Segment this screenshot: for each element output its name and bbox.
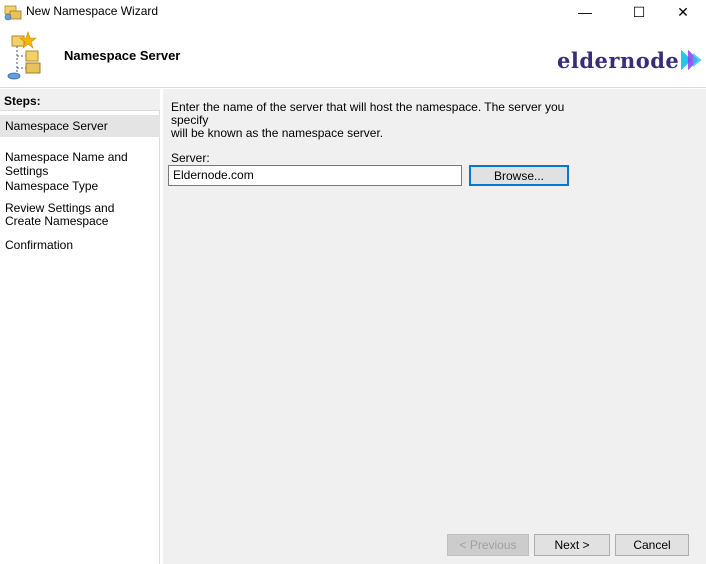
wizard-header: Namespace Server eldernode [0,24,706,88]
logo-wordmark: eldernode [557,47,680,73]
instructions-text: Enter the name of the server that will h… [171,101,591,140]
server-input[interactable]: Eldernode.com [168,165,462,186]
step-confirmation: Confirmation [5,238,74,252]
minimize-button[interactable]: — [562,0,608,24]
wizard-footer: < Previous Next > Cancel [163,521,706,564]
instructions-line-1: Enter the name of the server that will h… [171,100,565,127]
namespace-app-icon [4,5,22,21]
step-review-settings: Review Settings and Create Namespace [5,201,115,228]
browse-button[interactable]: Browse... [469,165,569,186]
steps-heading: Steps: [0,89,160,111]
previous-button: < Previous [447,534,529,556]
next-button[interactable]: Next > [534,534,610,556]
server-label: Server: [171,151,210,165]
steps-sidebar: Steps: Namespace Server Namespace Name a… [0,89,160,564]
title-bar: New Namespace Wizard — ☐ ✕ [0,0,706,24]
close-button[interactable]: ✕ [660,0,706,24]
wizard-content: Enter the name of the server that will h… [163,89,706,521]
window-title: New Namespace Wizard [26,4,159,18]
step-namespace-name-settings: Namespace Name and Settings [5,150,128,178]
maximize-button[interactable]: ☐ [616,0,662,24]
step-namespace-type: Namespace Type [5,179,99,193]
instructions-line-2: will be known as the namespace server. [171,126,384,140]
namespace-tree-icon [7,31,41,80]
eldernode-logo: eldernode [557,42,702,78]
step-namespace-server: Namespace Server [0,115,160,137]
page-title: Namespace Server [64,48,181,63]
play-arrows-icon [681,49,702,71]
cancel-button[interactable]: Cancel [615,534,689,556]
